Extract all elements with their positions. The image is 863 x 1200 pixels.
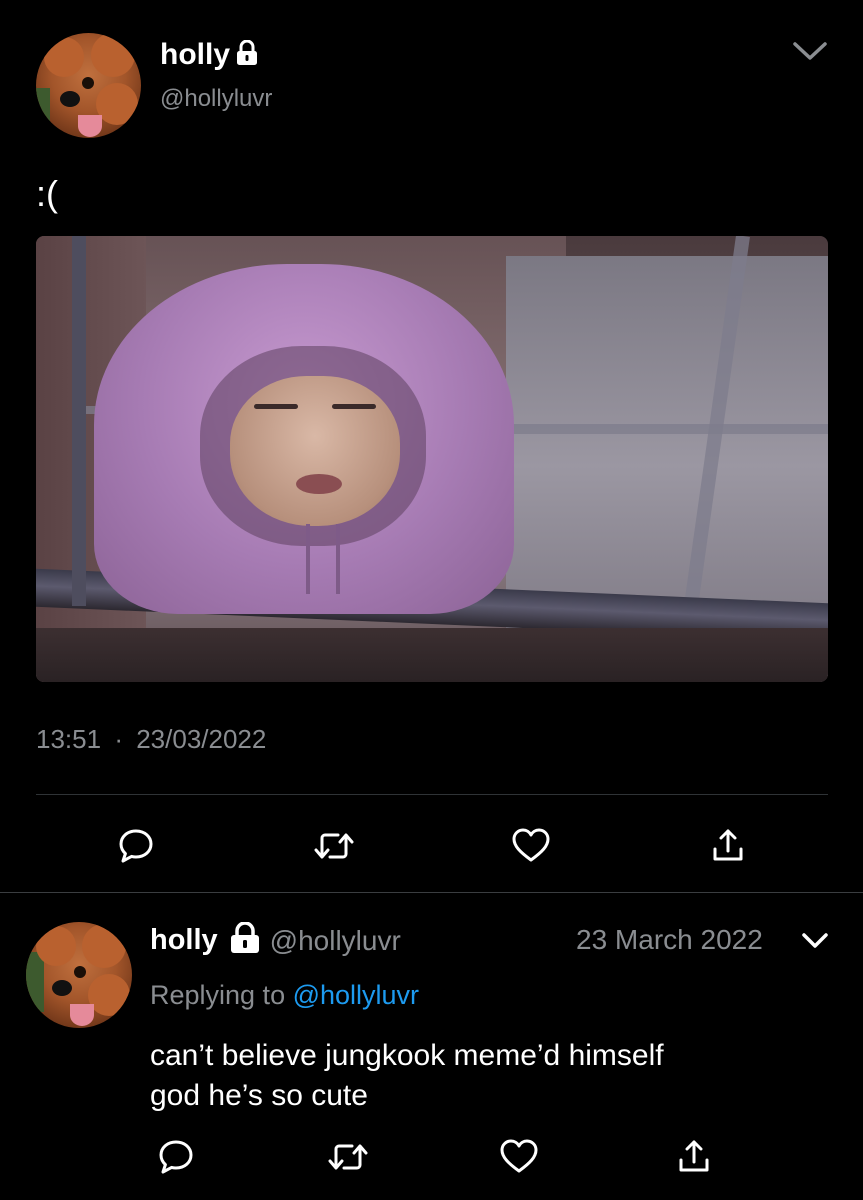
reply-avatar[interactable] (26, 922, 132, 1028)
retweet-icon (312, 826, 356, 866)
like-button[interactable] (496, 1134, 542, 1178)
tweet-date: 23/03/2022 (136, 724, 267, 754)
share-icon (674, 1136, 714, 1176)
heart-icon (510, 825, 552, 865)
lock-icon (228, 921, 262, 959)
tweet-timestamp[interactable]: 13:51 · 23/03/2022 (36, 724, 266, 755)
share-button[interactable] (672, 1134, 716, 1178)
divider (36, 794, 828, 795)
author-handle[interactable]: @hollyluvr (160, 85, 272, 113)
reply-author-name[interactable]: holly (150, 924, 218, 957)
tweet-media-image[interactable] (36, 236, 828, 682)
reply-button[interactable] (154, 1134, 198, 1178)
share-icon (708, 825, 748, 865)
reply-text: can’t believe jungkook meme’d himself go… (150, 1036, 664, 1116)
reply-icon (156, 1136, 196, 1176)
chevron-down-icon[interactable] (800, 930, 830, 952)
section-divider (0, 892, 863, 893)
reply-button[interactable] (114, 823, 158, 867)
timestamp-separator: · (114, 724, 123, 754)
replying-to-prefix: Replying to (150, 980, 293, 1010)
share-button[interactable] (706, 823, 750, 867)
reply-text-line: can’t believe jungkook meme’d himself (150, 1039, 664, 1072)
like-button[interactable] (508, 823, 554, 867)
lock-icon (235, 39, 259, 71)
reply-date[interactable]: 23 March 2022 (576, 924, 763, 956)
heart-icon (498, 1136, 540, 1176)
retweet-button[interactable] (310, 825, 358, 867)
reply-icon (116, 825, 156, 865)
chevron-down-icon[interactable] (792, 38, 828, 64)
tweet-text: :( (36, 173, 58, 214)
reply-text-line: god he’s so cute (150, 1079, 368, 1112)
replying-to: Replying to @hollyluvr (150, 980, 419, 1011)
author-name[interactable]: holly (160, 38, 230, 72)
reply-author-handle[interactable]: @hollyluvr (270, 925, 401, 957)
replying-to-handle-link[interactable]: @hollyluvr (293, 980, 419, 1010)
tweet-time: 13:51 (36, 724, 102, 754)
avatar[interactable] (36, 33, 141, 138)
retweet-icon (326, 1137, 370, 1177)
retweet-button[interactable] (324, 1136, 372, 1178)
